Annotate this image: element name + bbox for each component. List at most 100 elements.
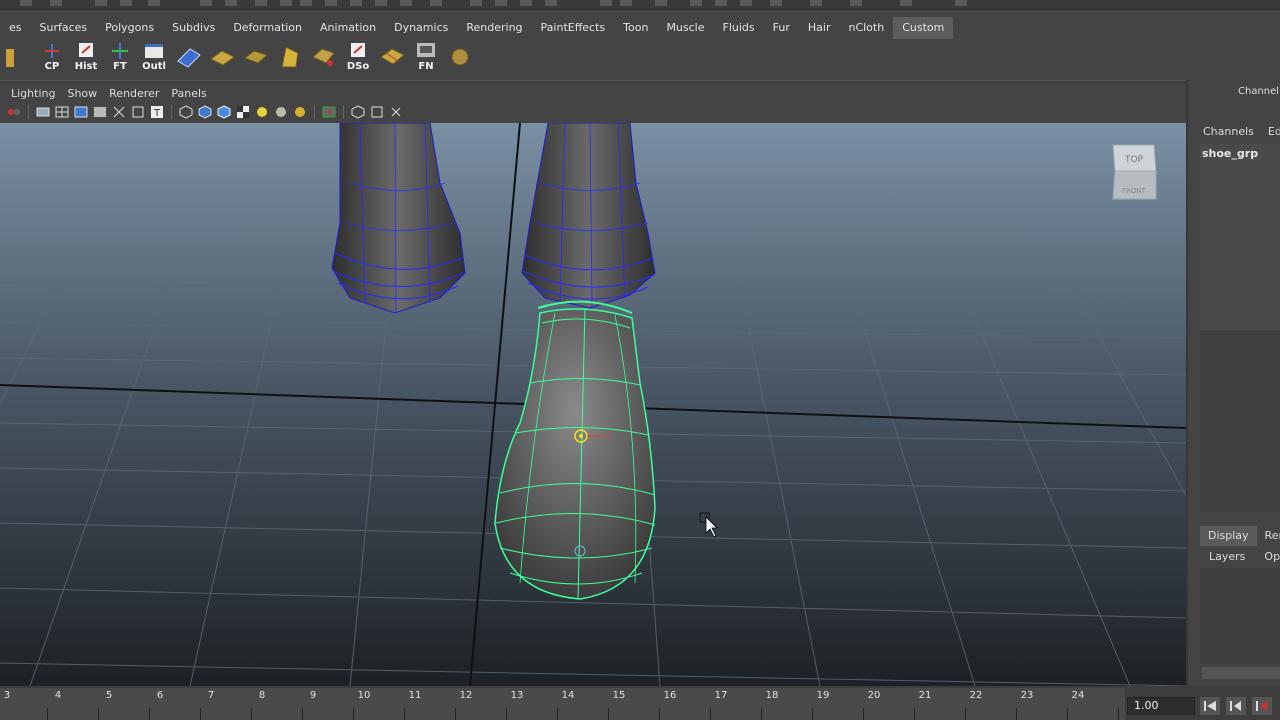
perspective-viewport[interactable]	[0, 123, 1186, 686]
wireframe-on-shaded-icon[interactable]	[216, 104, 232, 120]
shelf-tab-surfaces[interactable]: Surfaces	[31, 17, 97, 39]
panel-menu-renderer[interactable]: Renderer	[103, 87, 165, 100]
shelf-tab-custom[interactable]: Custom	[893, 17, 954, 39]
shelf-tab-fluids[interactable]: Fluids	[714, 17, 764, 39]
lighting-mode-icon[interactable]	[254, 104, 270, 120]
panel-menu-show[interactable]: Show	[61, 87, 103, 100]
shelf-button-outl[interactable]: Outl	[140, 41, 168, 73]
xray-joints-icon[interactable]	[369, 104, 385, 120]
xray-components-icon[interactable]	[388, 104, 404, 120]
camera-select-icon[interactable]	[6, 104, 22, 120]
selected-object-name[interactable]: shoe_grp	[1202, 147, 1258, 160]
shelf-tab-dynamics[interactable]: Dynamics	[385, 17, 457, 39]
polygon-plane-icon[interactable]	[174, 43, 202, 71]
wireframe-mode-icon[interactable]	[178, 104, 194, 120]
sphere-globe-icon[interactable]	[446, 43, 474, 71]
status-line-button[interactable]	[350, 0, 362, 6]
options-menu[interactable]: Option	[1255, 550, 1280, 563]
safe-title-icon[interactable]: T	[149, 104, 165, 120]
status-line-button[interactable]	[280, 0, 292, 6]
panel-menu-panels[interactable]: Panels	[165, 87, 212, 100]
status-line-button[interactable]	[495, 0, 507, 6]
grid-toggle-icon[interactable]	[54, 104, 70, 120]
status-line-button[interactable]	[655, 0, 667, 6]
status-line-button[interactable]	[545, 0, 557, 6]
shelf-tab-painteffects[interactable]: PaintEffects	[532, 17, 615, 39]
shelf-tab-animation[interactable]: Animation	[311, 17, 385, 39]
edit-menu[interactable]: Edit	[1260, 125, 1280, 138]
shelf-button-cp[interactable]: CP	[38, 41, 66, 73]
status-line-button[interactable]	[400, 0, 412, 6]
step-back-icon[interactable]	[1226, 697, 1246, 715]
shelf-button-hist[interactable]: Hist	[72, 41, 100, 73]
uv-grid-icon[interactable]	[276, 43, 304, 71]
status-line-button[interactable]	[200, 0, 212, 6]
textured-mode-icon[interactable]	[235, 104, 251, 120]
smooth-shade-icon[interactable]	[197, 104, 213, 120]
status-line-button[interactable]	[715, 0, 727, 6]
step-back-key-icon[interactable]	[1252, 697, 1272, 715]
shelf-tab-ncloth[interactable]: nCloth	[839, 17, 893, 39]
shelf-tab-subdivs[interactable]: Subdivs	[163, 17, 224, 39]
shelf-tab-rendering[interactable]: Rendering	[457, 17, 531, 39]
status-line-button[interactable]	[120, 0, 132, 6]
current-time-field[interactable]: 1.00	[1127, 697, 1195, 715]
resolution-gate-icon[interactable]	[92, 104, 108, 120]
safe-action-icon[interactable]	[130, 104, 146, 120]
tab-display[interactable]: Display	[1200, 526, 1257, 546]
shelf-tab-deformation[interactable]: Deformation	[224, 17, 311, 39]
status-line-button[interactable]	[148, 0, 160, 6]
go-to-start-icon[interactable]	[1200, 697, 1220, 715]
status-line-button[interactable]	[375, 0, 387, 6]
status-line-button[interactable]	[300, 0, 312, 6]
status-line-button[interactable]	[600, 0, 612, 6]
status-line-button[interactable]	[470, 0, 482, 6]
panel-menu-lighting[interactable]: Lighting	[0, 87, 61, 100]
status-line-button[interactable]	[20, 0, 32, 6]
status-line-button[interactable]	[810, 0, 822, 6]
uv-layout-icon[interactable]	[208, 43, 236, 71]
xray-icon[interactable]	[350, 104, 366, 120]
status-line-button[interactable]	[325, 0, 337, 6]
shelf-tab-es[interactable]: es	[0, 17, 31, 39]
status-line-button[interactable]	[255, 0, 267, 6]
film-gate-icon[interactable]	[73, 104, 89, 120]
status-line-button[interactable]	[95, 0, 107, 6]
layer-scrollbar[interactable]	[1202, 667, 1280, 679]
status-line-button[interactable]	[225, 0, 237, 6]
shelf-tab-polygons[interactable]: Polygons	[96, 17, 163, 39]
shelf-icon-misc[interactable]	[4, 43, 32, 71]
view-cube[interactable]: TOP FRONT	[1110, 141, 1158, 203]
status-line-button[interactable]	[850, 0, 862, 6]
shelf-tab-muscle[interactable]: Muscle	[657, 17, 713, 39]
tab-render[interactable]: Ren	[1257, 526, 1280, 546]
status-line-button[interactable]	[430, 0, 442, 6]
status-line-button[interactable]	[620, 0, 632, 6]
channels-menu[interactable]: Channels	[1188, 125, 1260, 138]
status-line-button[interactable]	[520, 0, 532, 6]
normals-grid-icon[interactable]	[378, 43, 406, 71]
status-line-button[interactable]	[740, 0, 752, 6]
shadows-icon[interactable]	[273, 104, 289, 120]
time-ruler[interactable]: 3 4 5 6 7 8 9 10 11 12 13 14 15 16 17 18 19 20 21 22 23 24	[0, 688, 1125, 720]
status-line-button[interactable]	[690, 0, 702, 6]
shelf-tab-toon[interactable]: Toon	[614, 17, 657, 39]
shelf-tab-fur[interactable]: Fur	[764, 17, 799, 39]
layer-list[interactable]	[1200, 568, 1280, 664]
shelf-button-dso[interactable]: DSo	[344, 41, 372, 73]
camera-attributes-icon[interactable]	[35, 104, 51, 120]
isolate-select-icon[interactable]	[321, 104, 337, 120]
uv-cut-icon[interactable]	[310, 43, 338, 71]
status-line-button[interactable]	[955, 0, 967, 6]
shelf-tab-hair[interactable]: Hair	[799, 17, 840, 39]
channel-box-list[interactable]: shoe_grp	[1200, 144, 1280, 330]
uv-unfold-icon[interactable]	[242, 43, 270, 71]
status-line-button[interactable]	[900, 0, 912, 6]
field-chart-icon[interactable]	[111, 104, 127, 120]
default-light-icon[interactable]	[292, 104, 308, 120]
shelf-button-ft[interactable]: FT	[106, 41, 134, 73]
status-line-button[interactable]	[770, 0, 782, 6]
shelf-button-fn[interactable]: FN	[412, 41, 440, 73]
layers-menu[interactable]: Layers	[1200, 550, 1255, 563]
status-line-button[interactable]	[50, 0, 62, 6]
